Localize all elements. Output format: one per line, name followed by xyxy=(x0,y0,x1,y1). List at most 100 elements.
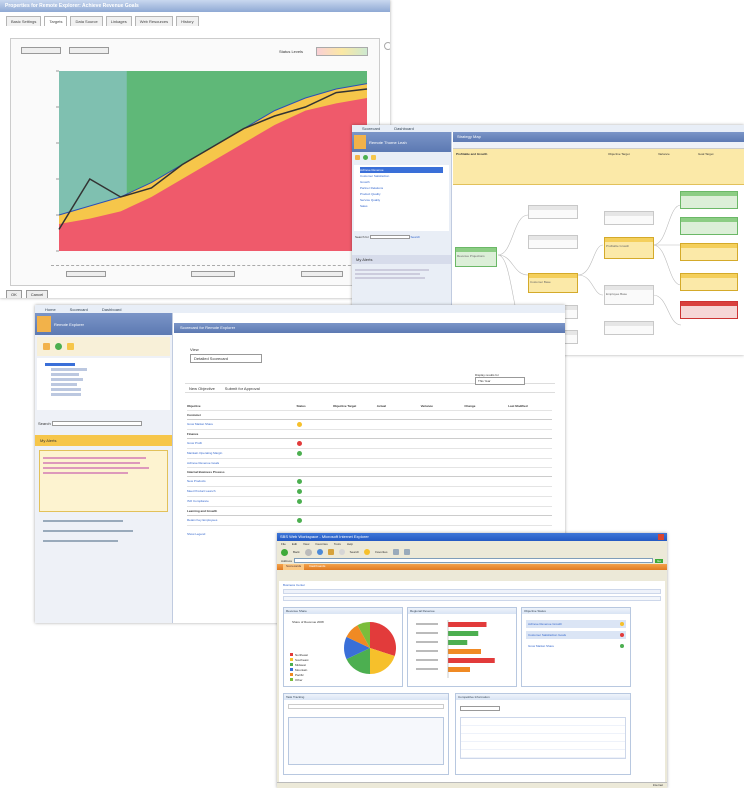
menu-help[interactable]: Help xyxy=(347,542,353,546)
column-header: Status xyxy=(296,404,306,408)
menu-tools[interactable]: Tools xyxy=(334,542,341,546)
back-label[interactable]: Back xyxy=(293,550,300,554)
refresh-icon[interactable] xyxy=(316,549,323,555)
go-button[interactable]: Go xyxy=(654,558,663,563)
objective-link[interactable]: New Products xyxy=(187,479,297,484)
new-objective-button[interactable]: New Objective xyxy=(189,386,215,391)
favorites-icon[interactable] xyxy=(364,549,371,555)
map-node[interactable]: Customer Base xyxy=(528,273,578,293)
chart-option-button[interactable] xyxy=(21,47,61,54)
menu-file[interactable]: File xyxy=(281,542,286,546)
table-row[interactable]: Retain Key Employees xyxy=(187,516,552,526)
folder-icon[interactable] xyxy=(371,155,376,160)
map-node[interactable] xyxy=(680,301,738,319)
tab-linkages[interactable]: Linkages xyxy=(105,16,132,26)
search-button[interactable]: Search xyxy=(411,235,421,239)
status-item[interactable]: Achieve Revenue Growth xyxy=(526,620,626,628)
objective-link[interactable]: Grow Market Share xyxy=(187,422,297,427)
nav-item[interactable]: Sales xyxy=(360,203,443,209)
tab-scorecards[interactable]: Scorecards xyxy=(283,564,305,570)
section-heading: Finance xyxy=(187,430,552,439)
tab-basic-settings[interactable]: Basic Settings xyxy=(6,16,42,26)
folder-icon[interactable] xyxy=(67,343,74,350)
search-input[interactable] xyxy=(51,421,142,427)
status-levels-control[interactable] xyxy=(316,47,368,56)
setting-field[interactable] xyxy=(191,271,235,277)
search-icon[interactable] xyxy=(338,549,345,555)
mail-icon[interactable] xyxy=(392,549,399,555)
status-item[interactable]: Customer Satisfaction Goals xyxy=(526,631,626,639)
tab-scorecard[interactable]: Scorecard xyxy=(362,126,380,131)
tab-targets[interactable]: Targets xyxy=(44,16,68,26)
tab-data-source[interactable]: Data Source xyxy=(70,16,103,26)
objective-link[interactable]: Maintain Operating Margin xyxy=(187,451,297,456)
address-input[interactable] xyxy=(294,558,653,563)
menu-favorites[interactable]: Favorites xyxy=(315,542,327,546)
globe-icon[interactable] xyxy=(55,343,62,350)
tab-dashboards[interactable]: Dashboards xyxy=(306,564,328,570)
up-icon[interactable] xyxy=(355,155,360,160)
globe-icon[interactable] xyxy=(363,155,368,160)
table-row[interactable]: Grow Market Share xyxy=(187,420,552,430)
avatar xyxy=(37,316,51,332)
ok-button[interactable]: OK xyxy=(6,290,22,298)
print-icon[interactable] xyxy=(403,549,410,555)
map-node[interactable] xyxy=(604,321,654,335)
tab-dashboard[interactable]: Dashboard xyxy=(102,307,122,312)
submit-approval-button[interactable]: Submit for Approval xyxy=(225,386,260,391)
map-node[interactable] xyxy=(680,191,738,209)
tab-web-resources[interactable]: Web Resources xyxy=(134,16,174,26)
cancel-button[interactable]: Cancel xyxy=(25,290,49,298)
table-row[interactable]: ISO Compliance xyxy=(187,497,552,507)
table-row[interactable]: Meet Product Launch xyxy=(187,487,552,497)
map-filter-bar xyxy=(453,142,744,149)
table-row[interactable]: Grow Profit xyxy=(187,439,552,449)
map-node[interactable]: Employee Base xyxy=(604,285,654,305)
forward-icon[interactable] xyxy=(304,548,312,556)
text-line xyxy=(355,277,425,280)
display-select[interactable]: This Year xyxy=(475,377,525,385)
chart-option-button[interactable] xyxy=(69,47,109,54)
info-select[interactable] xyxy=(460,706,500,711)
objective-link[interactable]: Grow Profit xyxy=(187,441,297,446)
view-select[interactable]: Detailed Scorecard xyxy=(190,354,262,363)
tab-dashboard[interactable]: Dashboard xyxy=(394,126,414,131)
favorites-label[interactable]: Favorites xyxy=(375,550,387,554)
setting-field[interactable] xyxy=(66,271,106,277)
back-icon[interactable] xyxy=(281,548,288,556)
menu-view[interactable]: View xyxy=(303,542,309,546)
search-label[interactable]: Search xyxy=(350,550,360,554)
map-node[interactable]: Revenue Projections xyxy=(455,247,497,267)
up-icon[interactable] xyxy=(43,343,50,350)
map-node[interactable] xyxy=(604,211,654,225)
objective-link[interactable]: Retain Key Employees xyxy=(187,518,297,523)
close-icon[interactable] xyxy=(658,534,664,540)
map-node[interactable] xyxy=(528,235,578,249)
map-node[interactable] xyxy=(680,243,738,261)
map-node[interactable] xyxy=(528,205,578,219)
task-filter[interactable] xyxy=(288,704,444,709)
table-row[interactable]: New Products xyxy=(187,477,552,487)
map-node[interactable]: Profitable Growth xyxy=(604,237,654,259)
task-list[interactable] xyxy=(288,717,444,765)
alert-link[interactable] xyxy=(43,530,133,533)
menu-edit[interactable]: Edit xyxy=(292,542,297,546)
table-row[interactable]: Achieve Revenue Goals xyxy=(187,459,552,468)
objective-link[interactable]: Achieve Revenue Goals xyxy=(187,461,297,465)
setting-field[interactable] xyxy=(301,271,343,277)
home-icon[interactable] xyxy=(327,549,334,555)
tab-history[interactable]: History xyxy=(176,16,199,26)
table-row[interactable]: Maintain Operating Margin xyxy=(187,449,552,459)
close-icon[interactable] xyxy=(384,42,390,50)
search-input[interactable] xyxy=(369,235,410,240)
alert-link[interactable] xyxy=(43,540,118,543)
tab-home[interactable]: Home xyxy=(45,307,56,312)
map-node[interactable] xyxy=(680,273,738,291)
objective-link[interactable]: Meet Product Launch xyxy=(187,489,297,494)
bar-label xyxy=(416,632,438,634)
status-item[interactable]: Grow Market Share xyxy=(526,642,626,650)
map-node[interactable] xyxy=(680,217,738,235)
objective-link[interactable]: ISO Compliance xyxy=(187,499,297,504)
alert-link[interactable] xyxy=(43,520,123,523)
tab-scorecard[interactable]: Scorecard xyxy=(70,307,88,312)
